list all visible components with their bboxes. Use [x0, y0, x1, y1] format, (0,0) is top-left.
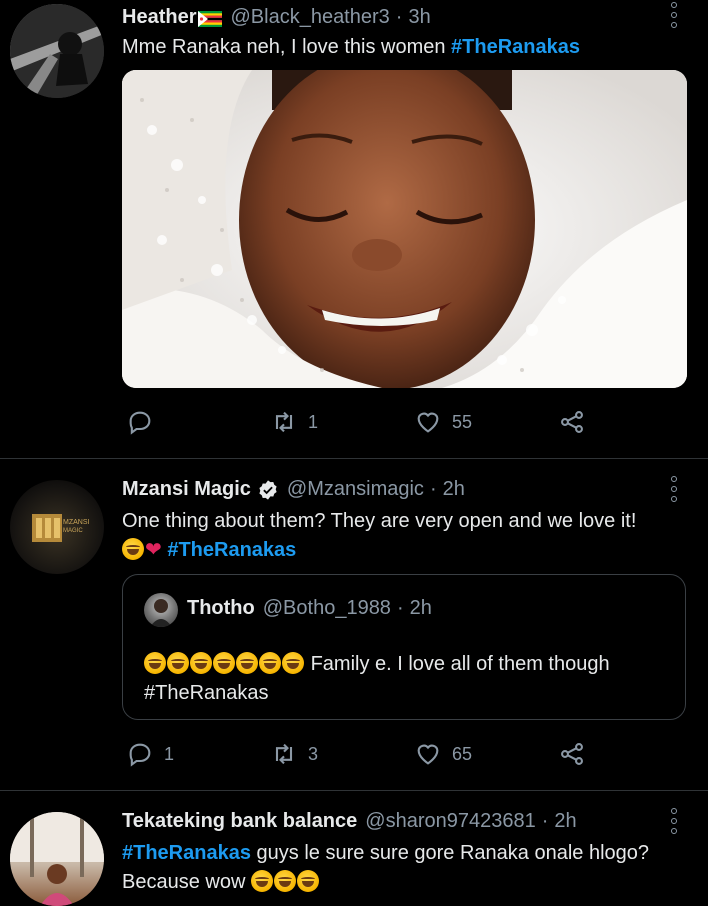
quote-text-body: Family e. I love all of them though	[310, 653, 610, 675]
reply-icon	[129, 411, 151, 435]
timestamp[interactable]: 2h	[443, 478, 465, 501]
svg-text:MAGIC: MAGIC	[63, 528, 83, 534]
author-name[interactable]: Heather	[122, 6, 196, 29]
separator-dot: ·	[396, 597, 404, 619]
grinning-sweat-emoji-icon	[122, 538, 144, 560]
retweet-icon	[275, 411, 293, 433]
share-button[interactable]	[558, 740, 586, 768]
rofl-emoji-icon	[190, 652, 212, 674]
zimbabwe-flag-icon	[198, 10, 223, 27]
tweet-text: #TheRanakas guys le sure sure gore Ranak…	[122, 839, 687, 897]
reply-button[interactable]: 1	[126, 740, 174, 768]
reply-count: 1	[164, 743, 175, 764]
tweet-header: Mzansi Magic @Mzansimagic · 2h	[122, 478, 465, 501]
retweet-count: 3	[308, 743, 319, 764]
timestamp[interactable]: 2h	[554, 810, 576, 833]
author-name[interactable]: Mzansi Magic	[122, 478, 251, 501]
tweet-header: Tekateking bank balance @sharon97423681 …	[122, 810, 577, 833]
author-name[interactable]: Tekateking bank balance	[122, 810, 357, 833]
retweet-count: 1	[308, 411, 319, 432]
like-icon	[417, 412, 439, 433]
rofl-emoji-icon	[167, 652, 189, 674]
like-button[interactable]: 65	[414, 740, 472, 768]
verified-badge-icon	[257, 479, 279, 501]
rofl-emoji-icon	[144, 652, 166, 674]
quote-author-name[interactable]: Thotho	[187, 597, 255, 620]
like-button[interactable]: 55	[414, 408, 472, 436]
more-icon[interactable]	[667, 476, 681, 502]
hashtag-link[interactable]: #TheRanakas	[122, 842, 251, 864]
tweet-actions: 1 55	[122, 408, 622, 438]
like-count: 65	[452, 743, 473, 764]
tweet-tekateking[interactable]: Tekateking bank balance @sharon97423681 …	[0, 791, 708, 906]
avatar-thotho[interactable]	[144, 593, 178, 627]
tweet-text-line: ❤ #TheRanakas	[122, 536, 682, 565]
more-icon[interactable]	[667, 808, 681, 834]
separator-dot: ·	[429, 478, 437, 500]
avatar-tekateking[interactable]	[10, 812, 104, 906]
rofl-emoji-icon	[296, 870, 319, 892]
rofl-emoji-icon	[213, 652, 235, 674]
hashtag-link[interactable]: #TheRanakas	[167, 539, 296, 561]
rofl-emoji-icon	[250, 870, 273, 892]
tweet-text: One thing about them? They are very open…	[122, 507, 682, 565]
tweet-text-line: Because wow	[122, 871, 251, 893]
tweet-mzansi-magic[interactable]: MZANSI MAGIC Mzansi Magic @Mzansimagic ·…	[0, 459, 708, 789]
like-count: 55	[452, 411, 473, 432]
tweet-heather[interactable]: Heather @Black_heather3 · 3h Mme Ranaka …	[0, 0, 708, 458]
retweet-button[interactable]: 3	[270, 740, 318, 768]
tweet-header: Heather @Black_heather3 · 3h	[122, 6, 431, 29]
like-icon	[417, 744, 439, 765]
share-button[interactable]	[558, 408, 586, 436]
tweet-media-image[interactable]	[122, 70, 687, 388]
rofl-emoji-icon	[236, 652, 258, 674]
separator-dot: ·	[541, 810, 549, 832]
reply-button[interactable]	[126, 408, 154, 436]
reply-icon	[129, 743, 151, 767]
author-handle[interactable]: @sharon97423681	[365, 810, 535, 833]
separator-dot: ·	[395, 6, 403, 28]
quote-text: Family e. I love all of them though #The…	[144, 650, 674, 708]
quote-author-handle[interactable]: @Botho_1988	[263, 597, 391, 620]
tweet-text: Mme Ranaka neh, I love this women #TheRa…	[122, 33, 580, 62]
tweet-actions: 1 3 65	[122, 740, 622, 770]
quote-hashtag: #TheRanakas	[144, 682, 269, 704]
timestamp[interactable]: 3h	[408, 6, 430, 29]
svg-text:MZANSI: MZANSI	[63, 519, 90, 526]
quote-header: Thotho @Botho_1988 · 2h	[187, 597, 432, 620]
hashtag-link[interactable]: #TheRanakas	[451, 36, 580, 58]
retweet-icon	[275, 743, 293, 765]
rofl-emoji-icon	[282, 652, 304, 674]
rofl-emoji-icon	[273, 870, 296, 892]
tweet-text-line: guys le sure sure gore Ranaka onale hlog…	[250, 842, 650, 864]
tweet-text-line: One thing about them? They are very open…	[122, 510, 637, 532]
quoted-tweet[interactable]: Thotho @Botho_1988 · 2h Family e. I love…	[122, 574, 686, 720]
share-icon	[561, 743, 583, 765]
author-handle[interactable]: @Mzansimagic	[287, 478, 424, 501]
tweet-text-body: Mme Ranaka neh, I love this women	[122, 36, 452, 58]
share-icon	[561, 411, 583, 433]
quote-timestamp[interactable]: 2h	[410, 597, 432, 620]
avatar-mzansi-magic[interactable]: MZANSI MAGIC	[10, 480, 104, 574]
more-icon[interactable]	[667, 2, 681, 28]
retweet-button[interactable]: 1	[270, 408, 318, 436]
author-handle[interactable]: @Black_heather3	[230, 6, 389, 29]
rofl-emoji-icon	[259, 652, 281, 674]
red-heart-emoji-icon: ❤	[145, 539, 162, 561]
avatar-heather[interactable]	[10, 4, 104, 98]
